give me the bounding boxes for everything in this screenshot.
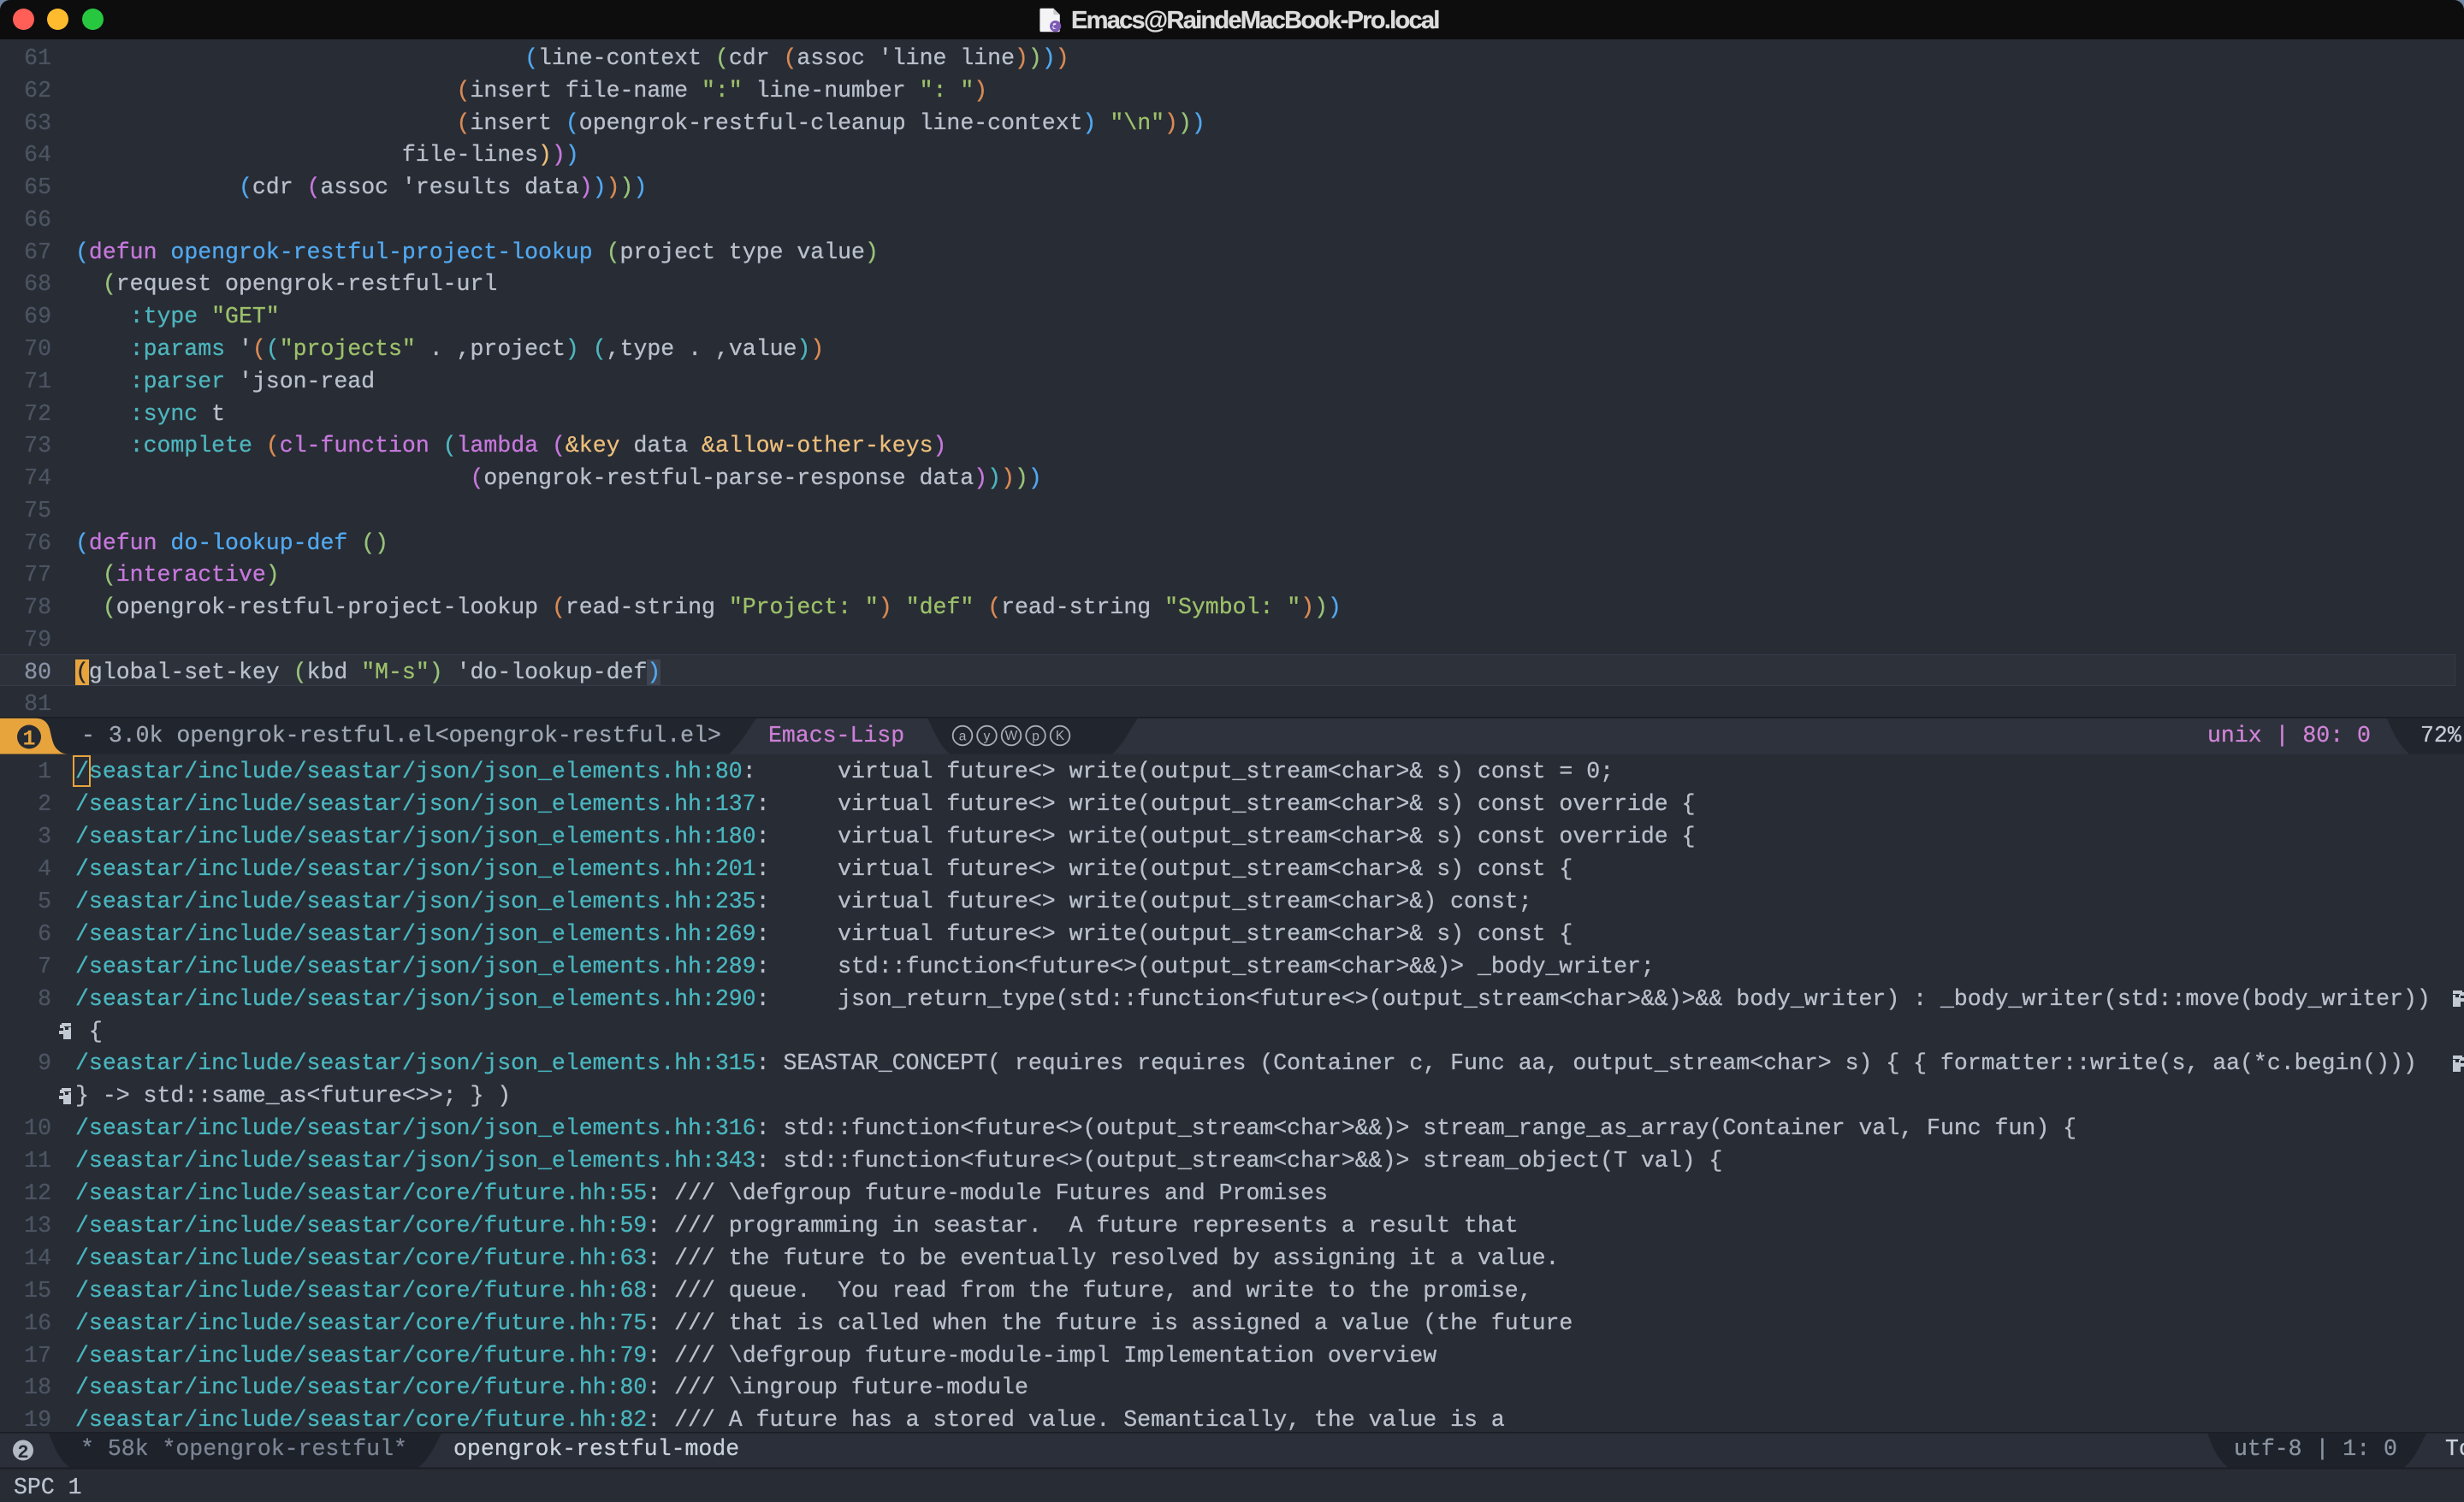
svg-text:y: y xyxy=(984,730,991,744)
svg-text:2: 2 xyxy=(17,1442,28,1464)
svg-text:a: a xyxy=(959,730,967,744)
svg-text:1: 1 xyxy=(22,727,35,752)
svg-text:K: K xyxy=(1056,729,1065,743)
svg-text:p: p xyxy=(1032,730,1040,744)
svg-text:W: W xyxy=(1005,729,1018,743)
